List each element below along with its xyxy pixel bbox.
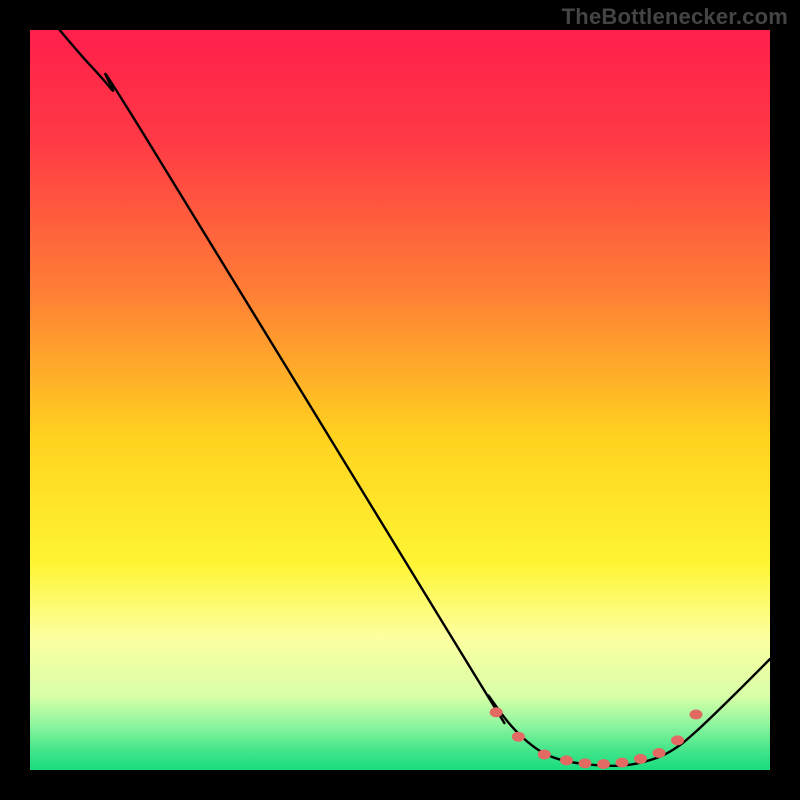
curve-marker [634, 754, 647, 764]
curve-marker [490, 707, 503, 717]
curve-marker [597, 759, 610, 769]
watermark-text: TheBottlenecker.com [562, 4, 788, 30]
gradient-background [30, 30, 770, 770]
curve-marker [671, 735, 684, 745]
bottleneck-chart [30, 30, 770, 770]
curve-marker [512, 732, 525, 742]
curve-marker [616, 758, 629, 768]
curve-marker [579, 758, 592, 768]
curve-marker [560, 755, 573, 765]
curve-marker [538, 749, 551, 759]
curve-marker [690, 710, 703, 720]
chart-stage: TheBottlenecker.com [0, 0, 800, 800]
curve-marker [653, 748, 666, 758]
chart-box [30, 30, 770, 770]
